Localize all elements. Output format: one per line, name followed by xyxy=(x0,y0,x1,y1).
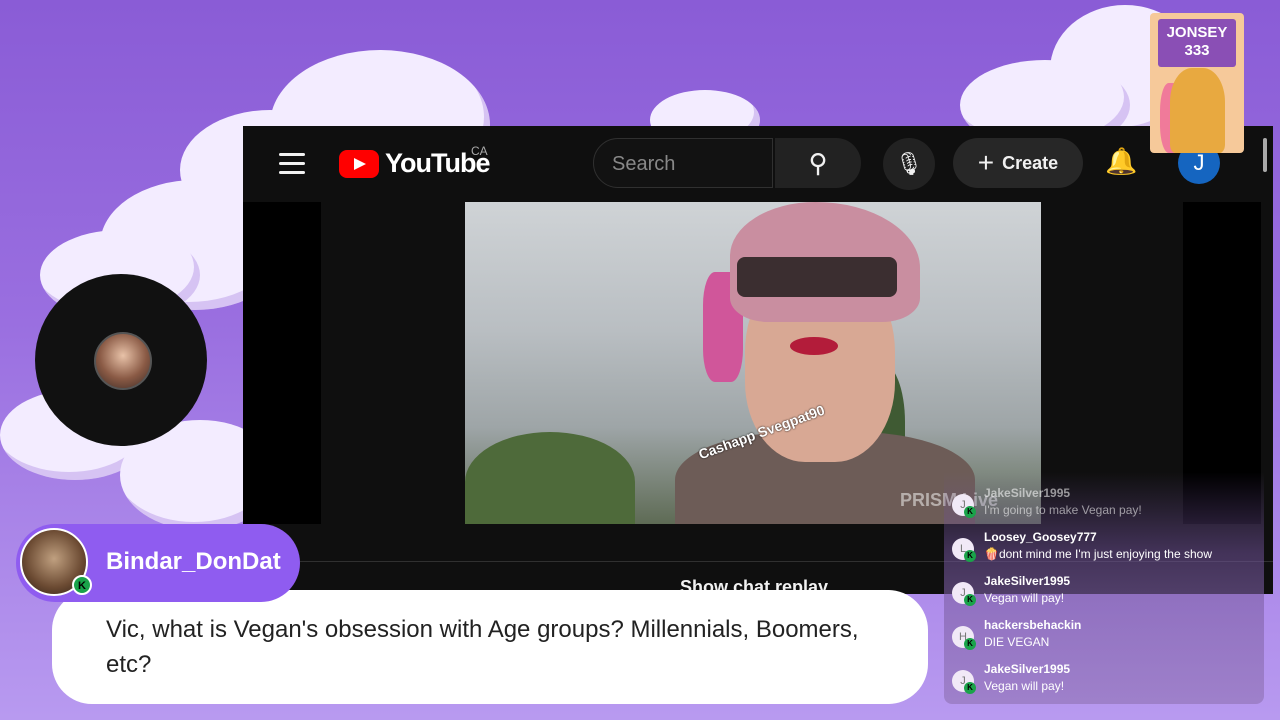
kick-badge-icon: K xyxy=(964,638,976,650)
chat-username: JakeSilver1995 xyxy=(984,486,1071,500)
kick-badge-icon: K xyxy=(72,575,92,595)
kick-badge-icon: K xyxy=(964,594,976,606)
chat-text: Vegan will pay! xyxy=(984,591,1065,605)
kick-badge-icon: K xyxy=(964,550,976,562)
webcam-frame xyxy=(35,274,207,446)
scrollbar[interactable] xyxy=(1263,138,1267,172)
featured-message-text: Vic, what is Vegan's obsession with Age … xyxy=(106,616,859,678)
jonsey-sticker: JONSEY 333 xyxy=(1150,13,1244,153)
featured-message-box: Vic, what is Vegan's obsession with Age … xyxy=(52,590,928,704)
chat-username: hackersbehackin xyxy=(984,618,1082,632)
featured-username: Bindar_DonDat xyxy=(106,548,281,575)
sticker-line-1: JONSEY xyxy=(1166,24,1228,41)
plus-icon: + xyxy=(977,147,995,178)
search-button[interactable]: ⚲ xyxy=(775,138,861,188)
voice-search-button[interactable]: 🎙 xyxy=(883,138,935,190)
giraffe-icon xyxy=(1170,68,1225,153)
youtube-play-icon xyxy=(339,149,379,178)
video-letterbox-left xyxy=(243,202,321,524)
streamer-avatar xyxy=(94,332,152,390)
chat-username: Loosey_Goosey777 xyxy=(984,530,1097,544)
chat-text: 🍿dont mind me I'm just enjoying the show xyxy=(984,547,1213,561)
create-label: Create xyxy=(1002,153,1059,173)
kick-badge-icon: K xyxy=(964,682,976,694)
search-input[interactable]: Search xyxy=(593,138,773,188)
stream-chat: J K JakeSilver1995 I'm going to make Veg… xyxy=(944,472,1264,704)
chat-username: JakeSilver1995 xyxy=(984,574,1071,588)
video-scene-lips xyxy=(790,337,838,355)
country-code: CA xyxy=(471,144,488,158)
search-icon: ⚲ xyxy=(808,148,828,178)
kick-badge-icon: K xyxy=(964,506,976,518)
chat-text: I'm going to make Vegan pay! xyxy=(984,503,1142,517)
chat-text: Vegan will pay! xyxy=(984,679,1065,693)
sticker-line-2: 333 xyxy=(1184,42,1210,59)
youtube-logo[interactable]: YouTube xyxy=(339,148,490,179)
menu-icon[interactable] xyxy=(279,153,305,175)
youtube-header: YouTube CA Search ⚲ 🎙 + Create 🔔 J xyxy=(243,126,1273,202)
create-button[interactable]: + Create xyxy=(953,138,1083,188)
chat-text: DIE VEGAN xyxy=(984,635,1050,649)
featured-user-pill: K Bindar_DonDat xyxy=(16,524,300,602)
video-scene-tree xyxy=(465,432,635,524)
sticker-sign: JONSEY 333 xyxy=(1158,19,1236,67)
chat-username: JakeSilver1995 xyxy=(984,662,1071,676)
mic-icon: 🎙 xyxy=(895,151,923,176)
bell-icon[interactable]: 🔔 xyxy=(1105,146,1137,177)
video-scene-glasses xyxy=(737,257,897,297)
